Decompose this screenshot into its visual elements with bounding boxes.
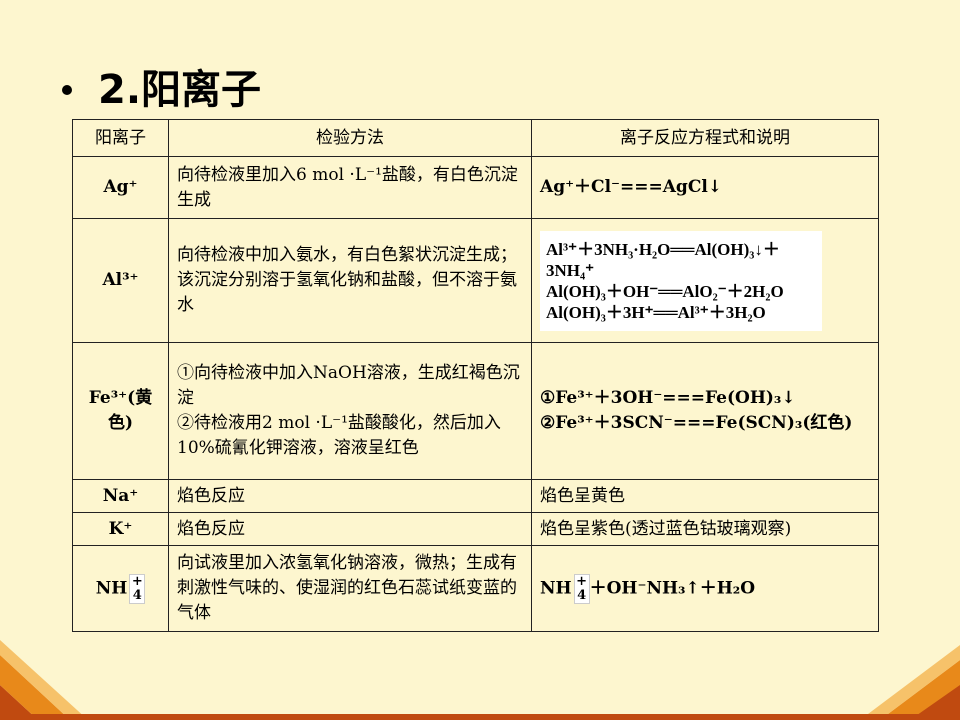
cell-equation-na: 焰色呈黄色 xyxy=(531,479,879,513)
fe-equation-line-1: ①Fe³⁺＋3OH⁻===Fe(OH)₃↓ xyxy=(540,388,796,408)
fe-method-line-1: ①向待检液中加入NaOH溶液，生成红褐色沉淀 xyxy=(177,363,520,408)
table-row-ag: Ag⁺ 向待检液里加入6 mol ·L⁻¹盐酸，有白色沉淀生成 Ag⁺＋Cl⁻=… xyxy=(72,156,879,219)
cell-ion-nh4: NH + 4 xyxy=(72,545,169,632)
al-equation-line-1: Al³⁺＋3NH₃·H₂O══Al(OH)₃↓＋3NH₄⁺ xyxy=(546,239,780,280)
nh4-eq-rest: ＋OH⁻NH₃↑＋H₂O xyxy=(589,578,756,598)
slide-title-text: 2.阳离子 xyxy=(98,67,262,113)
table-row-al: Al³⁺ 向待检液中加入氨水，有白色絮状沉淀生成；该沉淀分别溶于氢氧化钠和盐酸，… xyxy=(72,218,879,343)
cell-ion-ag: Ag⁺ xyxy=(72,156,169,219)
nh4-ion-charge-box: + 4 xyxy=(129,573,146,604)
table-row-fe: Fe³⁺(黄色) ①向待检液中加入NaOH溶液，生成红褐色沉淀 ②待检液用2 m… xyxy=(72,342,879,480)
table-row-k: K⁺ 焰色反应 焰色呈紫色(透过蓝色钴玻璃观察) xyxy=(72,512,879,546)
header-equation: 离子反应方程式和说明 xyxy=(531,119,879,157)
cell-method-al: 向待检液中加入氨水，有白色絮状沉淀生成；该沉淀分别溶于氢氧化钠和盐酸，但不溶于氨… xyxy=(168,218,532,343)
cation-test-table: 阳离子 检验方法 离子反应方程式和说明 Ag⁺ 向待检液里加入6 mol ·L⁻… xyxy=(72,119,879,632)
fe-equation-line-2: ②Fe³⁺＋3SCN⁻===Fe(SCN)₃(红色) xyxy=(540,413,853,433)
cell-equation-ag: Ag⁺＋Cl⁻===AgCl↓ xyxy=(531,156,879,219)
cell-method-na: 焰色反应 xyxy=(168,479,532,513)
al-equation-line-3: Al(OH)₃＋3H⁺══Al³⁺＋3H₂O xyxy=(546,302,766,322)
nh4-ion-prefix: NH xyxy=(95,578,128,598)
cell-ion-na: Na⁺ xyxy=(72,479,169,513)
cell-equation-k: 焰色呈紫色(透过蓝色钴玻璃观察) xyxy=(531,512,879,546)
deco-bottom-strip xyxy=(0,714,960,720)
nh4-eq-charge-box: + 4 xyxy=(573,573,590,604)
al-equation-line-2: Al(OH)₃＋OH⁻══AlO₂⁻＋2H₂O xyxy=(546,281,784,301)
cell-method-k: 焰色反应 xyxy=(168,512,532,546)
cell-equation-fe: ①Fe³⁺＋3OH⁻===Fe(OH)₃↓ ②Fe³⁺＋3SCN⁻===Fe(S… xyxy=(531,342,879,480)
al-equation-image: Al³⁺＋3NH₃·H₂O══Al(OH)₃↓＋3NH₄⁺ Al(OH)₃＋OH… xyxy=(540,230,822,331)
bottom-decoration xyxy=(0,640,960,720)
nh4-eq-prefix: NH xyxy=(540,578,572,598)
cell-method-fe: ①向待检液中加入NaOH溶液，生成红褐色沉淀 ②待检液用2 mol ·L⁻¹盐酸… xyxy=(168,342,532,480)
cell-ion-k: K⁺ xyxy=(72,512,169,546)
cell-ion-al: Al³⁺ xyxy=(72,218,169,343)
header-cation: 阳离子 xyxy=(72,119,169,157)
cell-method-nh4: 向试液里加入浓氢氧化钠溶液，微热；生成有刺激性气味的、使湿润的红色石蕊试纸变蓝的… xyxy=(168,545,532,632)
fe-method-line-2: ②待检液用2 mol ·L⁻¹盐酸酸化，然后加入10%硫氰化钾溶液，溶液呈红色 xyxy=(177,413,501,458)
table-header-row: 阳离子 检验方法 离子反应方程式和说明 xyxy=(72,119,879,157)
slide-title: 2.阳离子 xyxy=(62,62,261,118)
bullet-icon xyxy=(62,85,72,95)
cell-ion-fe: Fe³⁺(黄色) xyxy=(72,342,169,480)
header-method: 检验方法 xyxy=(168,119,532,157)
cell-equation-al: Al³⁺＋3NH₃·H₂O══Al(OH)₃↓＋3NH₄⁺ Al(OH)₃＋OH… xyxy=(531,218,879,343)
cell-method-ag: 向待检液里加入6 mol ·L⁻¹盐酸，有白色沉淀生成 xyxy=(168,156,532,219)
cell-equation-nh4: NH + 4 ＋OH⁻NH₃↑＋H₂O xyxy=(531,545,879,632)
table-row-na: Na⁺ 焰色反应 焰色呈黄色 xyxy=(72,479,879,513)
table-row-nh4: NH + 4 向试液里加入浓氢氧化钠溶液，微热；生成有刺激性气味的、使湿润的红色石… xyxy=(72,545,879,632)
